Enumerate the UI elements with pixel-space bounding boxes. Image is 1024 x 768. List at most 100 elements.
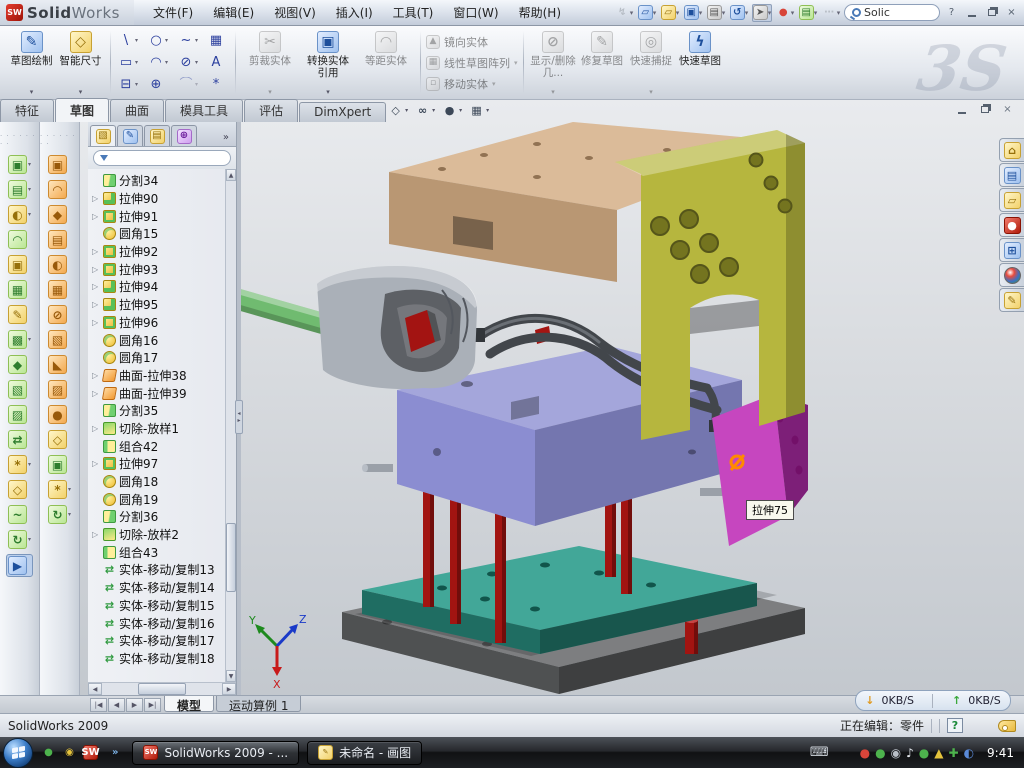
- toolbar-button[interactable]: ◐▾: [7, 204, 32, 225]
- document-tab[interactable]: 模型: [164, 696, 214, 712]
- toolbar-button[interactable]: ▣▾: [7, 154, 32, 175]
- command-tab[interactable]: 曲面: [110, 99, 164, 122]
- toolbar-button[interactable]: ◐▾: [47, 254, 72, 275]
- task-pane-tab[interactable]: ▱: [999, 188, 1024, 212]
- toolbar-button[interactable]: ↯▾: [614, 4, 634, 22]
- sketch-tool-button[interactable]: ▭▾: [113, 52, 143, 74]
- ribbon-button[interactable]: ◎ 快速捕捉 ▾: [627, 28, 676, 97]
- expand-arrow-icon[interactable]: ▷: [92, 318, 100, 327]
- panel-tab[interactable]: ▧: [90, 125, 116, 146]
- toolbar-button[interactable]: ▧▾: [47, 329, 72, 350]
- toolbar-button[interactable]: ▣▾: [47, 454, 72, 475]
- toolbar-button[interactable]: ◇▾: [7, 479, 32, 500]
- scroll-right-icon[interactable]: ▶: [222, 683, 236, 695]
- toolbar-button[interactable]: ↺▾: [729, 4, 749, 22]
- command-tab[interactable]: 特征: [0, 99, 54, 122]
- tree-item[interactable]: ▷ ⇄ 实体-移动/复制17: [92, 632, 224, 650]
- tab-nav-button[interactable]: ▶|: [144, 698, 161, 712]
- toolbar-button[interactable]: ◆▾: [47, 204, 72, 225]
- tree-item[interactable]: ▷ ⇄ 实体-移动/复制16: [92, 614, 224, 632]
- toolbar-button[interactable]: ▤▾: [47, 229, 72, 250]
- network-monitor-widget[interactable]: ↓ 0KB/S ↑ 0KB/S: [855, 690, 1011, 711]
- tree-item[interactable]: ▷ 切除-放样2: [92, 526, 224, 544]
- ribbon-button[interactable]: ▣ 转换实体引用 ▾: [299, 28, 357, 97]
- task-pane-tab[interactable]: ⌂: [999, 138, 1024, 162]
- sketch-tool-button[interactable]: ◠▾: [143, 52, 173, 74]
- menu-item[interactable]: 工具(T): [384, 1, 443, 24]
- heads-up-button[interactable]: ◇▾: [385, 101, 410, 120]
- doc-restore-button[interactable]: [976, 102, 993, 117]
- doc-minimize-button[interactable]: [953, 102, 970, 117]
- tree-item[interactable]: ▷ 圆角16: [92, 331, 224, 349]
- sketch-tool-button[interactable]: ⌒▾: [173, 74, 203, 96]
- restore-button[interactable]: [983, 5, 1000, 20]
- toolbar-button[interactable]: ◆▾: [7, 354, 32, 375]
- start-button[interactable]: [3, 738, 33, 768]
- tree-item[interactable]: ▷ 圆角19: [92, 490, 224, 508]
- task-pane-tab[interactable]: ●: [999, 263, 1024, 287]
- scroll-down-icon[interactable]: ▼: [226, 670, 236, 682]
- graphics-viewport[interactable]: Y Z X 拉伸75: [241, 122, 1024, 695]
- toolbar-button[interactable]: ▣▾: [683, 4, 703, 22]
- toolbar-button[interactable]: ▣▾: [7, 254, 32, 275]
- menu-item[interactable]: 帮助(H): [510, 1, 570, 24]
- red-cylinder-part[interactable]: [685, 617, 698, 654]
- tree-item[interactable]: ▷ 圆角15: [92, 225, 224, 243]
- command-tab[interactable]: DimXpert: [299, 102, 386, 122]
- ribbon-button[interactable]: ✎ 修复草图 ▾: [578, 28, 627, 97]
- expand-arrow-icon[interactable]: ▷: [92, 194, 100, 203]
- command-tab[interactable]: 草图: [55, 98, 109, 122]
- tree-item[interactable]: ▷ 圆角17: [92, 349, 224, 367]
- ribbon-button[interactable]: ✎ 草图绘制 ▾: [7, 28, 56, 97]
- tree-item[interactable]: ▷ 分割35: [92, 402, 224, 420]
- clamp-block-part[interactable]: [317, 266, 477, 389]
- scrollbar-thumb[interactable]: [138, 683, 186, 695]
- help-button[interactable]: ?: [943, 5, 960, 20]
- health-tray-icon[interactable]: ✚: [949, 747, 959, 759]
- panel-tab[interactable]: ▤: [144, 125, 170, 146]
- expand-arrow-icon[interactable]: ▷: [92, 212, 100, 221]
- doc-close-button[interactable]: ×: [999, 102, 1016, 117]
- tree-item[interactable]: ▷ 曲面-拉伸38: [92, 367, 224, 385]
- tag-icon[interactable]: [998, 720, 1016, 732]
- ribbon-button[interactable]: ϟ 快速草图 ▾: [676, 28, 725, 97]
- quick-launch-overflow[interactable]: »: [112, 747, 118, 758]
- antivirus-tray-icon[interactable]: ●: [860, 747, 870, 759]
- task-pane-tab[interactable]: ▤: [999, 163, 1024, 187]
- security-icon[interactable]: ◉: [62, 745, 77, 760]
- scrollbar-thumb[interactable]: [226, 523, 236, 591]
- panel-tabs-overflow[interactable]: »: [218, 132, 234, 146]
- toolbar-button[interactable]: *▾: [47, 479, 72, 500]
- command-tab[interactable]: 评估: [244, 99, 298, 122]
- update-tray-icon[interactable]: ◉: [891, 747, 901, 759]
- heads-up-button[interactable]: ●▾: [439, 101, 464, 120]
- tree-item[interactable]: ▷ 拉伸96: [92, 314, 224, 332]
- toolbar-button[interactable]: ●▾: [775, 4, 795, 22]
- toolbar-button[interactable]: ➤▾: [752, 4, 772, 22]
- tree-item[interactable]: ▷ 拉伸97: [92, 455, 224, 473]
- toolbar-button[interactable]: ◠▾: [47, 179, 72, 200]
- sketch-tool-button[interactable]: ~▾: [173, 30, 203, 52]
- toolbar-button[interactable]: ◠▾: [7, 229, 32, 250]
- toolbar-button[interactable]: ▤▾: [7, 179, 32, 200]
- menu-item[interactable]: 窗口(W): [444, 1, 507, 24]
- scroll-up-icon[interactable]: ▲: [226, 169, 236, 181]
- toolbar-button[interactable]: ▨▾: [7, 404, 32, 425]
- heads-up-button[interactable]: ∞▾: [412, 101, 437, 120]
- taskbar-clock[interactable]: 9:41: [987, 746, 1014, 760]
- toolbar-button[interactable]: ▩▾: [7, 329, 32, 350]
- network-warning-tray-icon[interactable]: ▲: [934, 747, 943, 759]
- sketch-tool-button[interactable]: A▾: [203, 52, 233, 74]
- tree-filter-input[interactable]: [93, 150, 231, 166]
- heads-up-button[interactable]: ▦▾: [466, 101, 491, 120]
- sync-tray-icon[interactable]: ●: [919, 747, 929, 759]
- toolbar-button[interactable]: ↻▾: [7, 529, 32, 550]
- sketch-tool-button[interactable]: ▦▾: [203, 30, 233, 52]
- sketch-tool-button[interactable]: \▾: [113, 30, 143, 52]
- toolbar-button[interactable]: ▦▾: [7, 279, 32, 300]
- messenger-icon[interactable]: ●: [41, 745, 56, 760]
- shield-tray-icon[interactable]: ●: [875, 747, 885, 759]
- toolbar-button[interactable]: ~▾: [7, 504, 32, 525]
- expand-arrow-icon[interactable]: ▷: [92, 424, 100, 433]
- task-pane-tab[interactable]: ⊞: [999, 238, 1024, 262]
